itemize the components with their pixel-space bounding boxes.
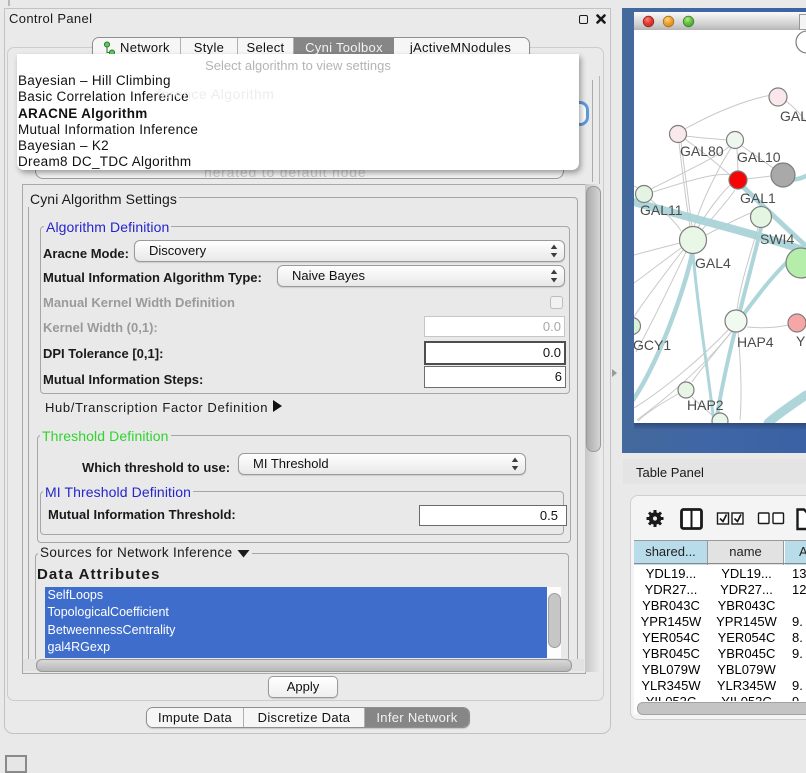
svg-text:Y: Y (796, 333, 806, 349)
svg-text:GAL1: GAL1 (740, 190, 776, 206)
svg-text:GAL: GAL (780, 108, 806, 124)
svg-text:GAL4: GAL4 (695, 255, 731, 271)
svg-text:GAL11: GAL11 (640, 202, 683, 218)
svg-text:GAL10: GAL10 (737, 149, 781, 165)
svg-text:GCY1: GCY1 (634, 337, 671, 353)
svg-text:GAL80: GAL80 (680, 143, 724, 159)
svg-text:HAP2: HAP2 (687, 397, 724, 413)
svg-text:HAP4: HAP4 (737, 334, 774, 350)
svg-text:SWI4: SWI4 (760, 231, 794, 247)
